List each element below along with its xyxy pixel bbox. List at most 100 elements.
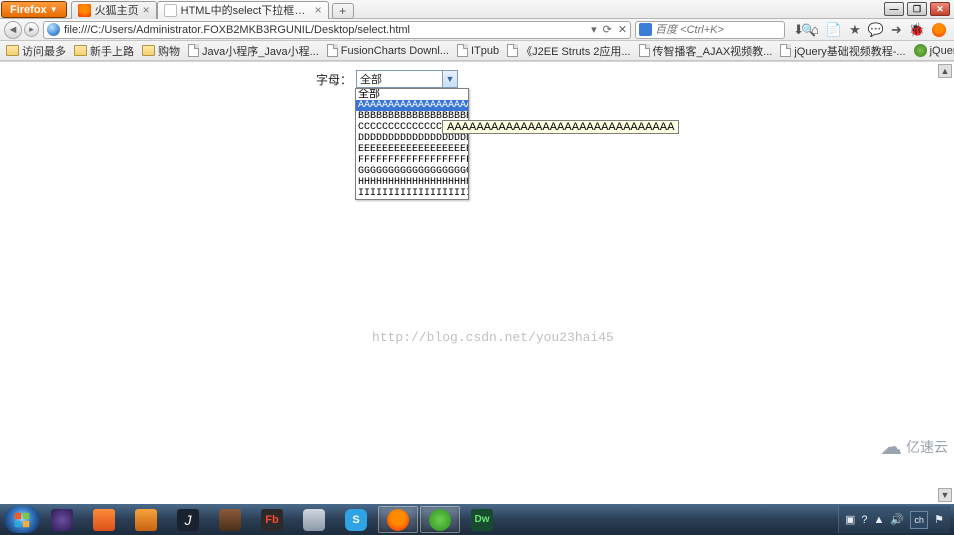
page-content: ▲ 字母： 全部 ▼ 全部 AAAAAAAAAAAAAAAAAAAAAAAAAA… xyxy=(0,61,954,504)
start-button[interactable] xyxy=(4,506,40,533)
page-icon xyxy=(780,44,791,57)
window-controls: — ❐ ✕ xyxy=(884,2,950,16)
bm-item-8[interactable]: jQuery_ The Write L... xyxy=(914,44,954,57)
reload-icon[interactable]: ⟳ xyxy=(603,23,612,36)
firefox-small-icon[interactable] xyxy=(932,23,946,37)
flash-icon: Fb xyxy=(261,509,283,531)
taskbar-java[interactable]: J xyxy=(168,506,208,533)
url-input[interactable] xyxy=(64,24,587,36)
bm-item-7[interactable]: jQuery基础视频教程-... xyxy=(780,43,905,59)
folder-icon xyxy=(74,45,87,56)
tab-1[interactable]: HTML中的select下拉框内容显示不... × xyxy=(157,1,329,19)
tab-0[interactable]: 火狐主页 × xyxy=(71,1,157,19)
search-engine-icon[interactable] xyxy=(639,23,652,36)
dropdown-icon[interactable]: ▾ xyxy=(591,23,597,36)
folder-icon xyxy=(6,45,19,56)
most-visited[interactable]: 访问最多 xyxy=(6,43,66,59)
page-icon xyxy=(188,44,199,57)
url-bar[interactable]: ▾ ⟳ ✕ xyxy=(43,21,631,39)
taskbar-matlab[interactable] xyxy=(126,506,166,533)
cube-icon xyxy=(303,509,325,531)
dw-icon: Dw xyxy=(471,509,493,531)
taskbar-ie[interactable] xyxy=(420,506,460,533)
select-value: 全部 xyxy=(357,71,442,87)
skype-icon: S xyxy=(345,509,367,531)
bookmarks-icon[interactable]: ★ xyxy=(849,22,861,38)
taskbar-cube[interactable] xyxy=(294,506,334,533)
reader-icon[interactable]: 📄 xyxy=(826,22,842,38)
page-icon xyxy=(164,4,177,17)
ie-icon xyxy=(429,509,451,531)
taskbar-eclipse[interactable] xyxy=(42,506,82,533)
tray-icon-0[interactable]: ▣ xyxy=(845,513,855,526)
search-input[interactable] xyxy=(655,24,798,36)
window-close-button[interactable]: ✕ xyxy=(930,2,950,16)
tray-flag-icon[interactable]: ⚑ xyxy=(934,513,944,526)
tab-strip: 火狐主页 × HTML中的select下拉框内容显示不... × + xyxy=(71,0,354,19)
page-icon xyxy=(507,44,518,57)
taskbar-flash[interactable]: Fb xyxy=(252,506,292,533)
firefox-menu-button[interactable]: Firefox ▼ xyxy=(1,1,67,18)
toolbar-icons: ⬇ ⌂ 📄 ★ 💬 ➜ 🐞 xyxy=(789,22,950,38)
window-minimize-button[interactable]: — xyxy=(884,2,904,16)
select-dropdown-list[interactable]: 全部 AAAAAAAAAAAAAAAAAAAAAAAAAAAAAAA BBBBB… xyxy=(355,88,469,200)
downloads-icon[interactable]: ⬇ xyxy=(793,22,804,38)
scroll-up-button[interactable]: ▲ xyxy=(938,64,952,78)
windows-taskbar: J Fb S Dw ▣ ? ▲ 🔊 ch ⚑ xyxy=(0,504,954,535)
option-4[interactable]: DDDDDDDDDDDDDDDDDDDDDDDDDDDDD xyxy=(356,133,468,144)
brand-watermark: ☁ 亿速云 xyxy=(880,436,948,458)
bm-item-0[interactable]: 新手上路 xyxy=(74,43,134,59)
matlab-icon xyxy=(135,509,157,531)
page-icon xyxy=(639,44,650,57)
most-visited-label: 访问最多 xyxy=(22,43,66,59)
tray-icon-1[interactable]: ? xyxy=(861,514,867,526)
window-maximize-button[interactable]: ❐ xyxy=(907,2,927,16)
tab-1-label: HTML中的select下拉框内容显示不... xyxy=(181,2,311,18)
new-tab-button[interactable]: + xyxy=(332,3,354,19)
cloud-icon: ☁ xyxy=(880,436,902,458)
tab-1-close-icon[interactable]: × xyxy=(315,4,322,16)
firefox-menu-label: Firefox xyxy=(10,4,47,16)
option-1[interactable]: AAAAAAAAAAAAAAAAAAAAAAAAAAAAAAA xyxy=(356,100,468,111)
option-8[interactable]: HHHHHHHHHHHHHHHHHHHHHHHHHHHHH xyxy=(356,177,468,188)
search-bar[interactable]: 🔍 xyxy=(635,21,785,39)
windows-logo-icon xyxy=(13,511,31,529)
forward-button[interactable]: ▸ xyxy=(24,22,39,37)
stop-icon[interactable]: ✕ xyxy=(618,23,627,36)
bm-item-6[interactable]: 传智播客_AJAX视频教... xyxy=(639,43,773,59)
bm-item-3[interactable]: FusionCharts Downl... xyxy=(327,44,449,57)
select-dropdown-icon[interactable]: ▼ xyxy=(442,71,457,87)
bm-item-2[interactable]: Java小程序_Java小程... xyxy=(188,43,319,59)
home-icon[interactable]: ⌂ xyxy=(811,22,819,37)
jquery-icon xyxy=(914,44,927,57)
share-icon[interactable]: ➜ xyxy=(891,22,902,38)
option-5[interactable]: EEEEEEEEEEEEEEEEEEEEEEEEEEEEEE xyxy=(356,144,468,155)
taskbar-skype[interactable]: S xyxy=(336,506,376,533)
taskbar-dreamweaver[interactable]: Dw xyxy=(462,506,502,533)
taskbar-plsql[interactable] xyxy=(84,506,124,533)
chat-icon[interactable]: 💬 xyxy=(868,22,884,38)
option-9[interactable]: IIIIIIIIIIIIIIIIIIIIIIIIIIII xyxy=(356,188,468,199)
firefox-icon xyxy=(387,509,409,531)
letter-select[interactable]: 全部 ▼ xyxy=(356,70,458,88)
language-indicator[interactable]: ch xyxy=(910,511,928,529)
bm-item-5[interactable]: 《J2EE Struts 2应用... xyxy=(507,43,630,59)
bm-item-1[interactable]: 购物 xyxy=(142,43,180,59)
brand-text: 亿速云 xyxy=(906,437,948,457)
tab-0-close-icon[interactable]: × xyxy=(143,4,150,16)
taskbar-firefox[interactable] xyxy=(378,506,418,533)
form-row: 字母： 全部 ▼ xyxy=(316,70,458,88)
watermark-text: http://blog.csdn.net/you23hai45 xyxy=(372,330,614,345)
nav-arrows: ◄ ▸ xyxy=(4,21,39,39)
scroll-down-button[interactable]: ▼ xyxy=(938,488,952,502)
taskbar-db[interactable] xyxy=(210,506,250,533)
option-0[interactable]: 全部 xyxy=(356,89,468,100)
back-button[interactable]: ◄ xyxy=(4,21,22,39)
option-7[interactable]: GGGGGGGGGGGGGGGGGGGGGGGGGGG xyxy=(356,166,468,177)
bm-item-4[interactable]: ITpub xyxy=(457,44,499,57)
option-6[interactable]: FFFFFFFFFFFFFFFFFFFFFFFFFFF xyxy=(356,155,468,166)
tray-show-hidden-icon[interactable]: ▲ xyxy=(874,514,885,526)
firebug-icon[interactable]: 🐞 xyxy=(909,22,925,38)
tray-volume-icon[interactable]: 🔊 xyxy=(890,513,904,526)
page-icon xyxy=(457,44,468,57)
